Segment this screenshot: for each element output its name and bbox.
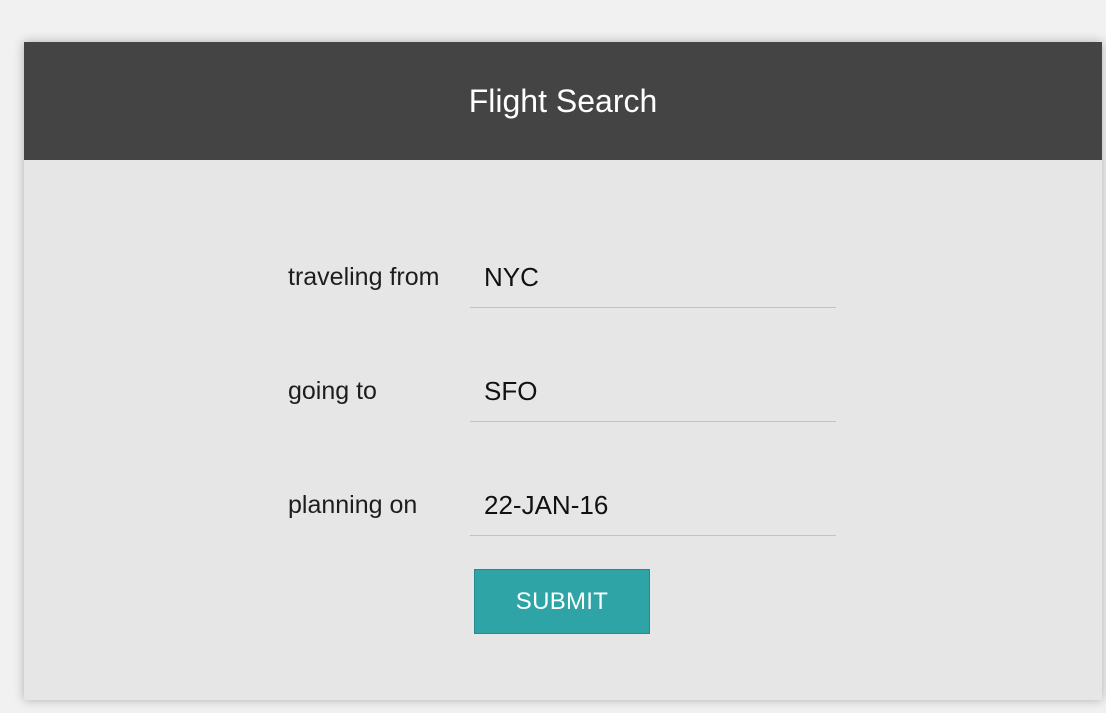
to-input[interactable] [470, 362, 836, 422]
form-row-date: planning on [24, 468, 1102, 568]
form-row-to: going to [24, 354, 1102, 454]
date-label: planning on [288, 491, 418, 519]
page-title: Flight Search [468, 83, 658, 119]
submit-button[interactable]: SUBMIT [474, 569, 650, 634]
flight-search-card: Flight Search traveling from going to pl… [24, 42, 1102, 700]
date-input[interactable] [470, 476, 836, 536]
from-label: traveling from [288, 263, 440, 291]
form-row-from: traveling from [24, 240, 1102, 340]
from-input[interactable] [470, 248, 836, 308]
to-label: going to [288, 377, 377, 405]
header-bar: Flight Search [24, 42, 1102, 160]
